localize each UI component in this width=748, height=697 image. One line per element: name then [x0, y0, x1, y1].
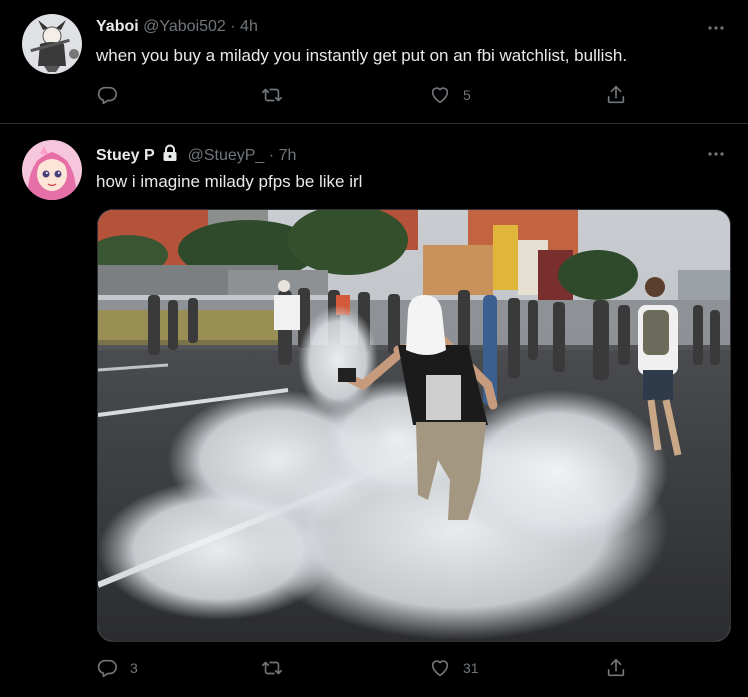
share-button[interactable]	[605, 656, 639, 680]
author-name[interactable]: Yaboi	[96, 18, 139, 35]
tweet-header: Yaboi @Yaboi502 · 4h	[96, 18, 258, 36]
protest-photo-illustration	[98, 210, 730, 641]
tweet-text: when you buy a milady you instantly get …	[96, 46, 628, 65]
reply-button[interactable]	[96, 83, 130, 107]
tweet-1[interactable]: Yaboi @Yaboi502 · 4h when you buy a mila…	[0, 0, 748, 124]
reply-icon	[97, 86, 117, 105]
tweet-2[interactable]: Stuey P @StueyP_ · 7h how i imagine mila…	[0, 124, 748, 697]
separator-dot: ·	[268, 147, 275, 164]
avatar[interactable]	[22, 14, 82, 74]
tweet-actions: 3 31	[96, 656, 636, 680]
tweet-header: Stuey P @StueyP_ · 7h	[96, 144, 296, 167]
avatar[interactable]	[22, 140, 82, 200]
tweet-photo[interactable]	[97, 209, 731, 642]
reply-button[interactable]: 3	[96, 656, 138, 680]
separator-dot: ·	[230, 18, 236, 35]
lock-icon	[161, 144, 179, 167]
heart-icon	[431, 660, 449, 677]
timestamp[interactable]: 4h	[240, 18, 258, 35]
author-handle[interactable]: @Yaboi502	[143, 18, 226, 35]
share-button[interactable]	[605, 83, 639, 107]
reply-count: 3	[130, 660, 138, 676]
reply-icon	[97, 659, 117, 678]
like-count: 5	[463, 87, 471, 103]
timestamp[interactable]: 7h	[279, 147, 297, 164]
tweet-actions: 5	[96, 83, 636, 107]
like-count: 31	[463, 660, 479, 676]
author-name[interactable]: Stuey P	[96, 147, 155, 164]
more-horizontal-icon[interactable]	[706, 18, 726, 38]
retweet-icon	[262, 88, 282, 102]
retweet-button[interactable]	[261, 656, 295, 680]
share-icon	[607, 658, 625, 677]
tweet-text: how i imagine milady pfps be like irl	[96, 172, 363, 191]
more-horizontal-icon[interactable]	[706, 144, 726, 164]
retweet-icon	[262, 661, 282, 675]
like-button[interactable]: 5	[429, 83, 471, 107]
share-icon	[607, 85, 625, 104]
author-handle[interactable]: @StueyP_	[188, 147, 265, 164]
retweet-button[interactable]	[261, 83, 295, 107]
like-button[interactable]: 31	[429, 656, 479, 680]
heart-icon	[431, 87, 449, 104]
